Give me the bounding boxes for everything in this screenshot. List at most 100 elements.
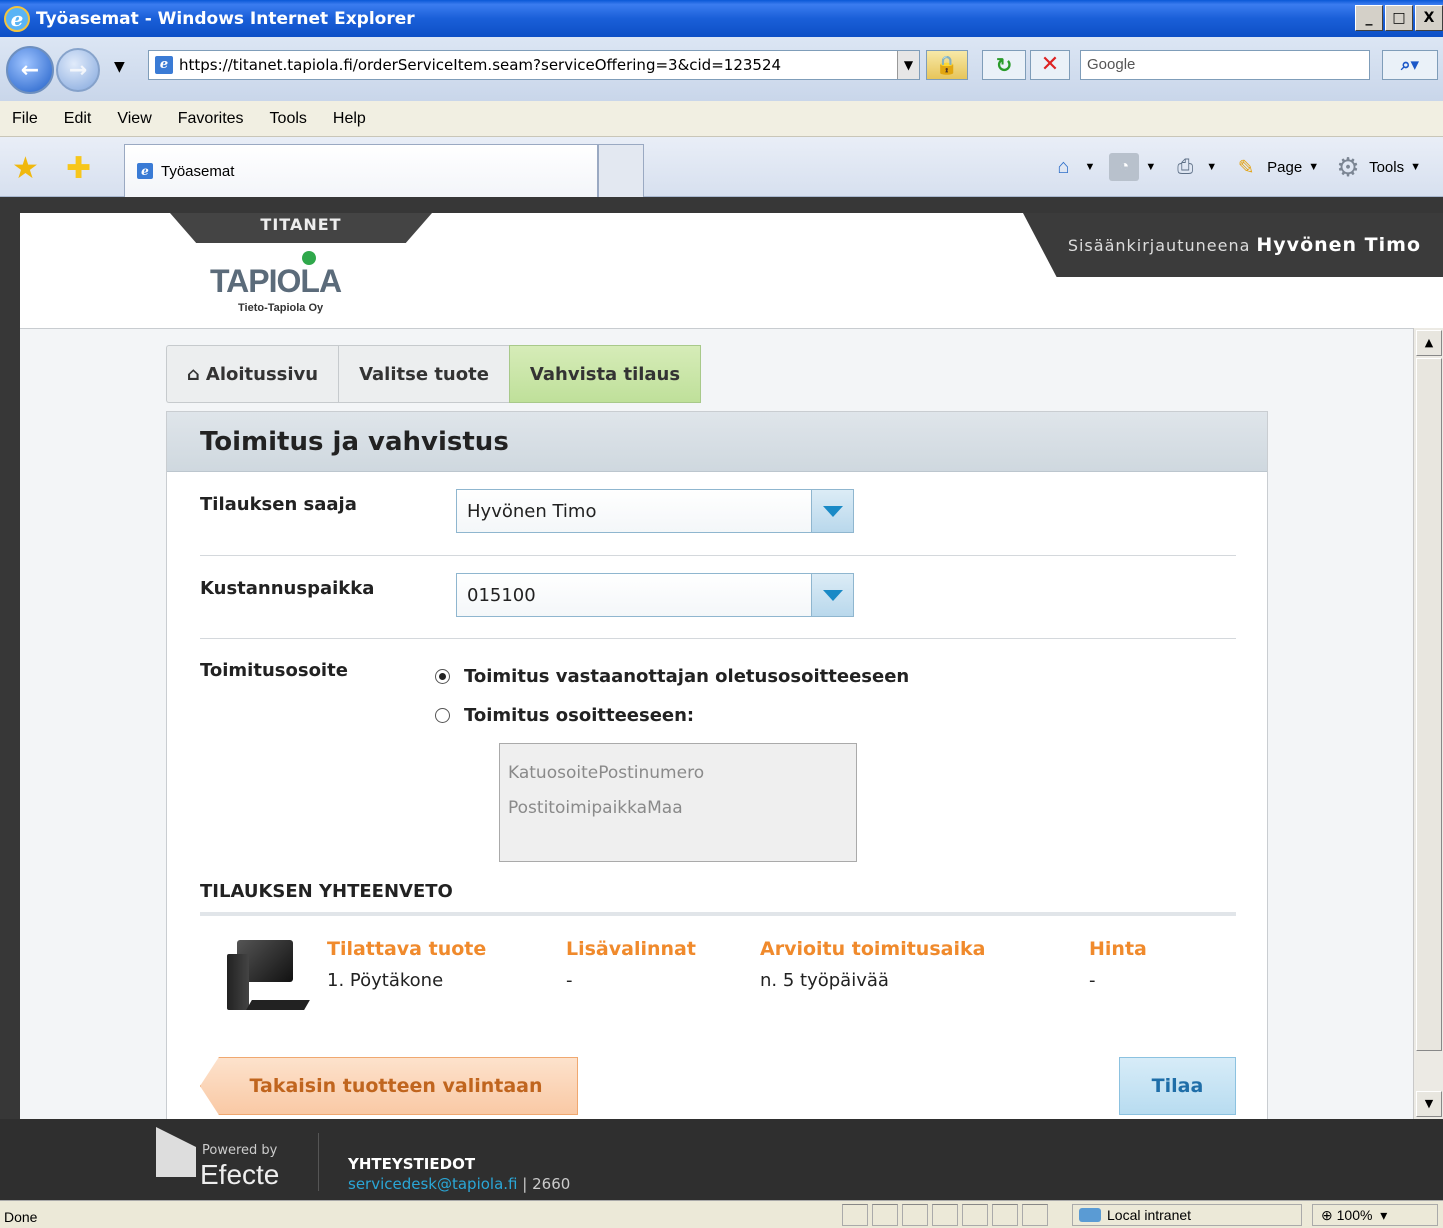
recipient-row: Tilauksen saaja Hyvönen Timo [200,489,1236,556]
recipient-value: Hyvönen Timo [467,500,597,522]
rss-feed-icon[interactable]: ◔ [1109,153,1140,181]
stop-button[interactable]: ✕ [1030,50,1070,80]
tapiola-logo[interactable]: TAPIOLA Tieto-Tapiola Oy [210,251,370,323]
security-lock-icon[interactable]: 🔒 [926,50,968,80]
address-dropdown-button[interactable]: ▼ [897,51,919,79]
address-input[interactable]: e https://titanet.tapiola.fi/orderServic… [148,50,920,80]
page-dropdown[interactable]: ▼ [1308,161,1319,173]
contact-phone: | 2660 [522,1175,571,1193]
vertical-scrollbar[interactable]: ▲ ▼ [1413,328,1443,1119]
back-button[interactable]: ← [6,46,54,94]
address-line: PostitoimipaikkaMaa [508,798,683,818]
address-url: https://titanet.tapiola.fi/orderServiceI… [179,56,782,74]
chevron-down-icon[interactable] [811,490,853,532]
zoom-level[interactable]: ⊕ 100% ▾ [1312,1204,1438,1226]
summary-header: Arvioitu toimitusaika [760,938,986,960]
footer-divider [318,1133,319,1191]
user-name: Hyvönen Timo [1256,234,1421,256]
refresh-button[interactable]: ↻ [982,50,1026,80]
recipient-select[interactable]: Hyvönen Timo [456,489,854,533]
search-input[interactable]: Google [1080,50,1370,80]
summary-header: Tilattava tuote [327,938,487,960]
site-header: TITANET TAPIOLA Tieto-Tapiola Oy Sisäänk… [20,213,1443,328]
forward-button[interactable]: → [56,48,100,92]
menu-file[interactable]: File [12,110,38,128]
breadcrumb-home[interactable]: ⌂ Aloitussivu [166,345,339,403]
print-dropdown[interactable]: ▼ [1206,161,1217,173]
titanet-tab[interactable]: TITANET [170,213,432,243]
chevron-down-icon: ▾ [1372,1206,1388,1223]
search-button[interactable]: ⌕▾ [1382,50,1438,80]
scroll-up-button[interactable]: ▲ [1416,330,1442,356]
breadcrumb-label: Valitse tuote [359,363,489,385]
new-tab-button[interactable] [598,144,644,197]
menu-bar: File Edit View Favorites Tools Help [0,101,1443,137]
cost-center-value: 015100 [467,584,536,606]
summary-value: 1. Pöytäkone [327,970,444,991]
page-menu-icon: ✎ [1237,156,1255,179]
breadcrumb-select-product[interactable]: Valitse tuote [338,345,509,403]
logged-in-label: Sisäänkirjautuneena [1067,235,1251,255]
summary-value: - [566,970,573,991]
address-line: KatuosoitePostinumero [508,763,705,783]
close-window-button[interactable]: X [1415,5,1443,31]
logo-dot-icon [302,251,316,265]
summary-value: - [1089,970,1096,991]
page-menu-button[interactable]: Page [1267,159,1302,176]
menu-help[interactable]: Help [333,110,366,128]
logged-in-user: Sisäänkirjautuneena Hyvönen Timo [1023,213,1443,277]
radio-unselected-icon[interactable] [435,708,450,723]
add-favorite-icon[interactable]: ✚ [66,151,91,186]
cost-center-select[interactable]: 015100 [456,573,854,617]
zone-label: Local intranet [1107,1207,1192,1223]
contact-email-link[interactable]: servicedesk@tapiola.fi [348,1175,518,1193]
radio-custom-address[interactable]: Toimitus osoitteeseen: [435,705,694,726]
menu-tools[interactable]: Tools [270,110,307,128]
back-to-product-button[interactable]: Takaisin tuotteen valintaan [200,1057,578,1115]
tools-dropdown[interactable]: ▼ [1410,161,1421,173]
breadcrumb: ⌂ Aloitussivu Valitse tuote Vahvista til… [166,345,702,403]
summary-divider [200,912,1236,916]
radio-default-address[interactable]: Toimitus vastaanottajan oletusosoitteese… [435,666,909,687]
logo-subtitle: Tieto-Tapiola Oy [238,302,324,314]
tools-menu-button[interactable]: Tools [1369,159,1404,176]
radio-selected-icon[interactable] [435,669,450,684]
feeds-dropdown[interactable]: ▼ [1145,161,1156,173]
window-title: Työasemat - Windows Internet Explorer [36,8,415,29]
main-content: ⌂ Aloitussivu Valitse tuote Vahvista til… [20,328,1413,1119]
menu-edit[interactable]: Edit [64,110,92,128]
chevron-down-icon[interactable] [811,574,853,616]
scroll-thumb[interactable] [1416,358,1442,1051]
order-button[interactable]: Tilaa [1119,1057,1236,1115]
print-icon[interactable]: ⎙ [1170,153,1200,181]
summary-delivery-time: Arvioitu toimitusaika n. 5 työpäivää [760,938,985,991]
breadcrumb-label: Vahvista tilaus [529,363,681,385]
delivery-label: Toimitusosoite [200,660,348,681]
logo-text: TAPIOLA [210,263,342,299]
intranet-icon [1079,1208,1101,1222]
home-icon[interactable]: ⌂ [1048,153,1078,181]
status-bar: Done Local intranet ⊕ 100% ▾ [0,1200,1443,1228]
summary-price: Hinta - [1089,938,1147,991]
menu-view[interactable]: View [117,110,151,128]
radio-label: Toimitus osoitteeseen: [464,705,695,726]
favorites-star-icon[interactable]: ★ [12,151,39,186]
contact-info: servicedesk@tapiola.fi | 2660 [348,1175,570,1193]
home-dropdown[interactable]: ▼ [1084,161,1095,173]
address-textarea[interactable]: KatuosoitePostinumero PostitoimipaikkaMa… [499,743,857,862]
tab-tyoasemat[interactable]: e Työasemat [124,144,598,197]
maximize-button[interactable]: □ [1385,5,1413,31]
window-titlebar: e Työasemat - Windows Internet Explorer … [0,0,1443,37]
breadcrumb-label: Aloitussivu [205,363,319,385]
recent-pages-dropdown[interactable]: ▼ [114,59,125,75]
breadcrumb-confirm-order[interactable]: Vahvista tilaus [508,345,702,403]
menu-favorites[interactable]: Favorites [178,110,244,128]
summary-title: TILAUKSEN YHTEENVETO [200,881,453,902]
powered-by-label: Powered by [202,1143,278,1158]
page-viewport: TITANET TAPIOLA Tieto-Tapiola Oy Sisäänk… [0,197,1443,1200]
security-zone[interactable]: Local intranet [1072,1204,1302,1226]
minimize-button[interactable]: _ [1355,5,1383,31]
arrow-left-icon: ← [20,57,40,83]
scroll-down-button[interactable]: ▼ [1416,1091,1442,1117]
efecte-brand[interactable]: Efecte [200,1159,279,1191]
